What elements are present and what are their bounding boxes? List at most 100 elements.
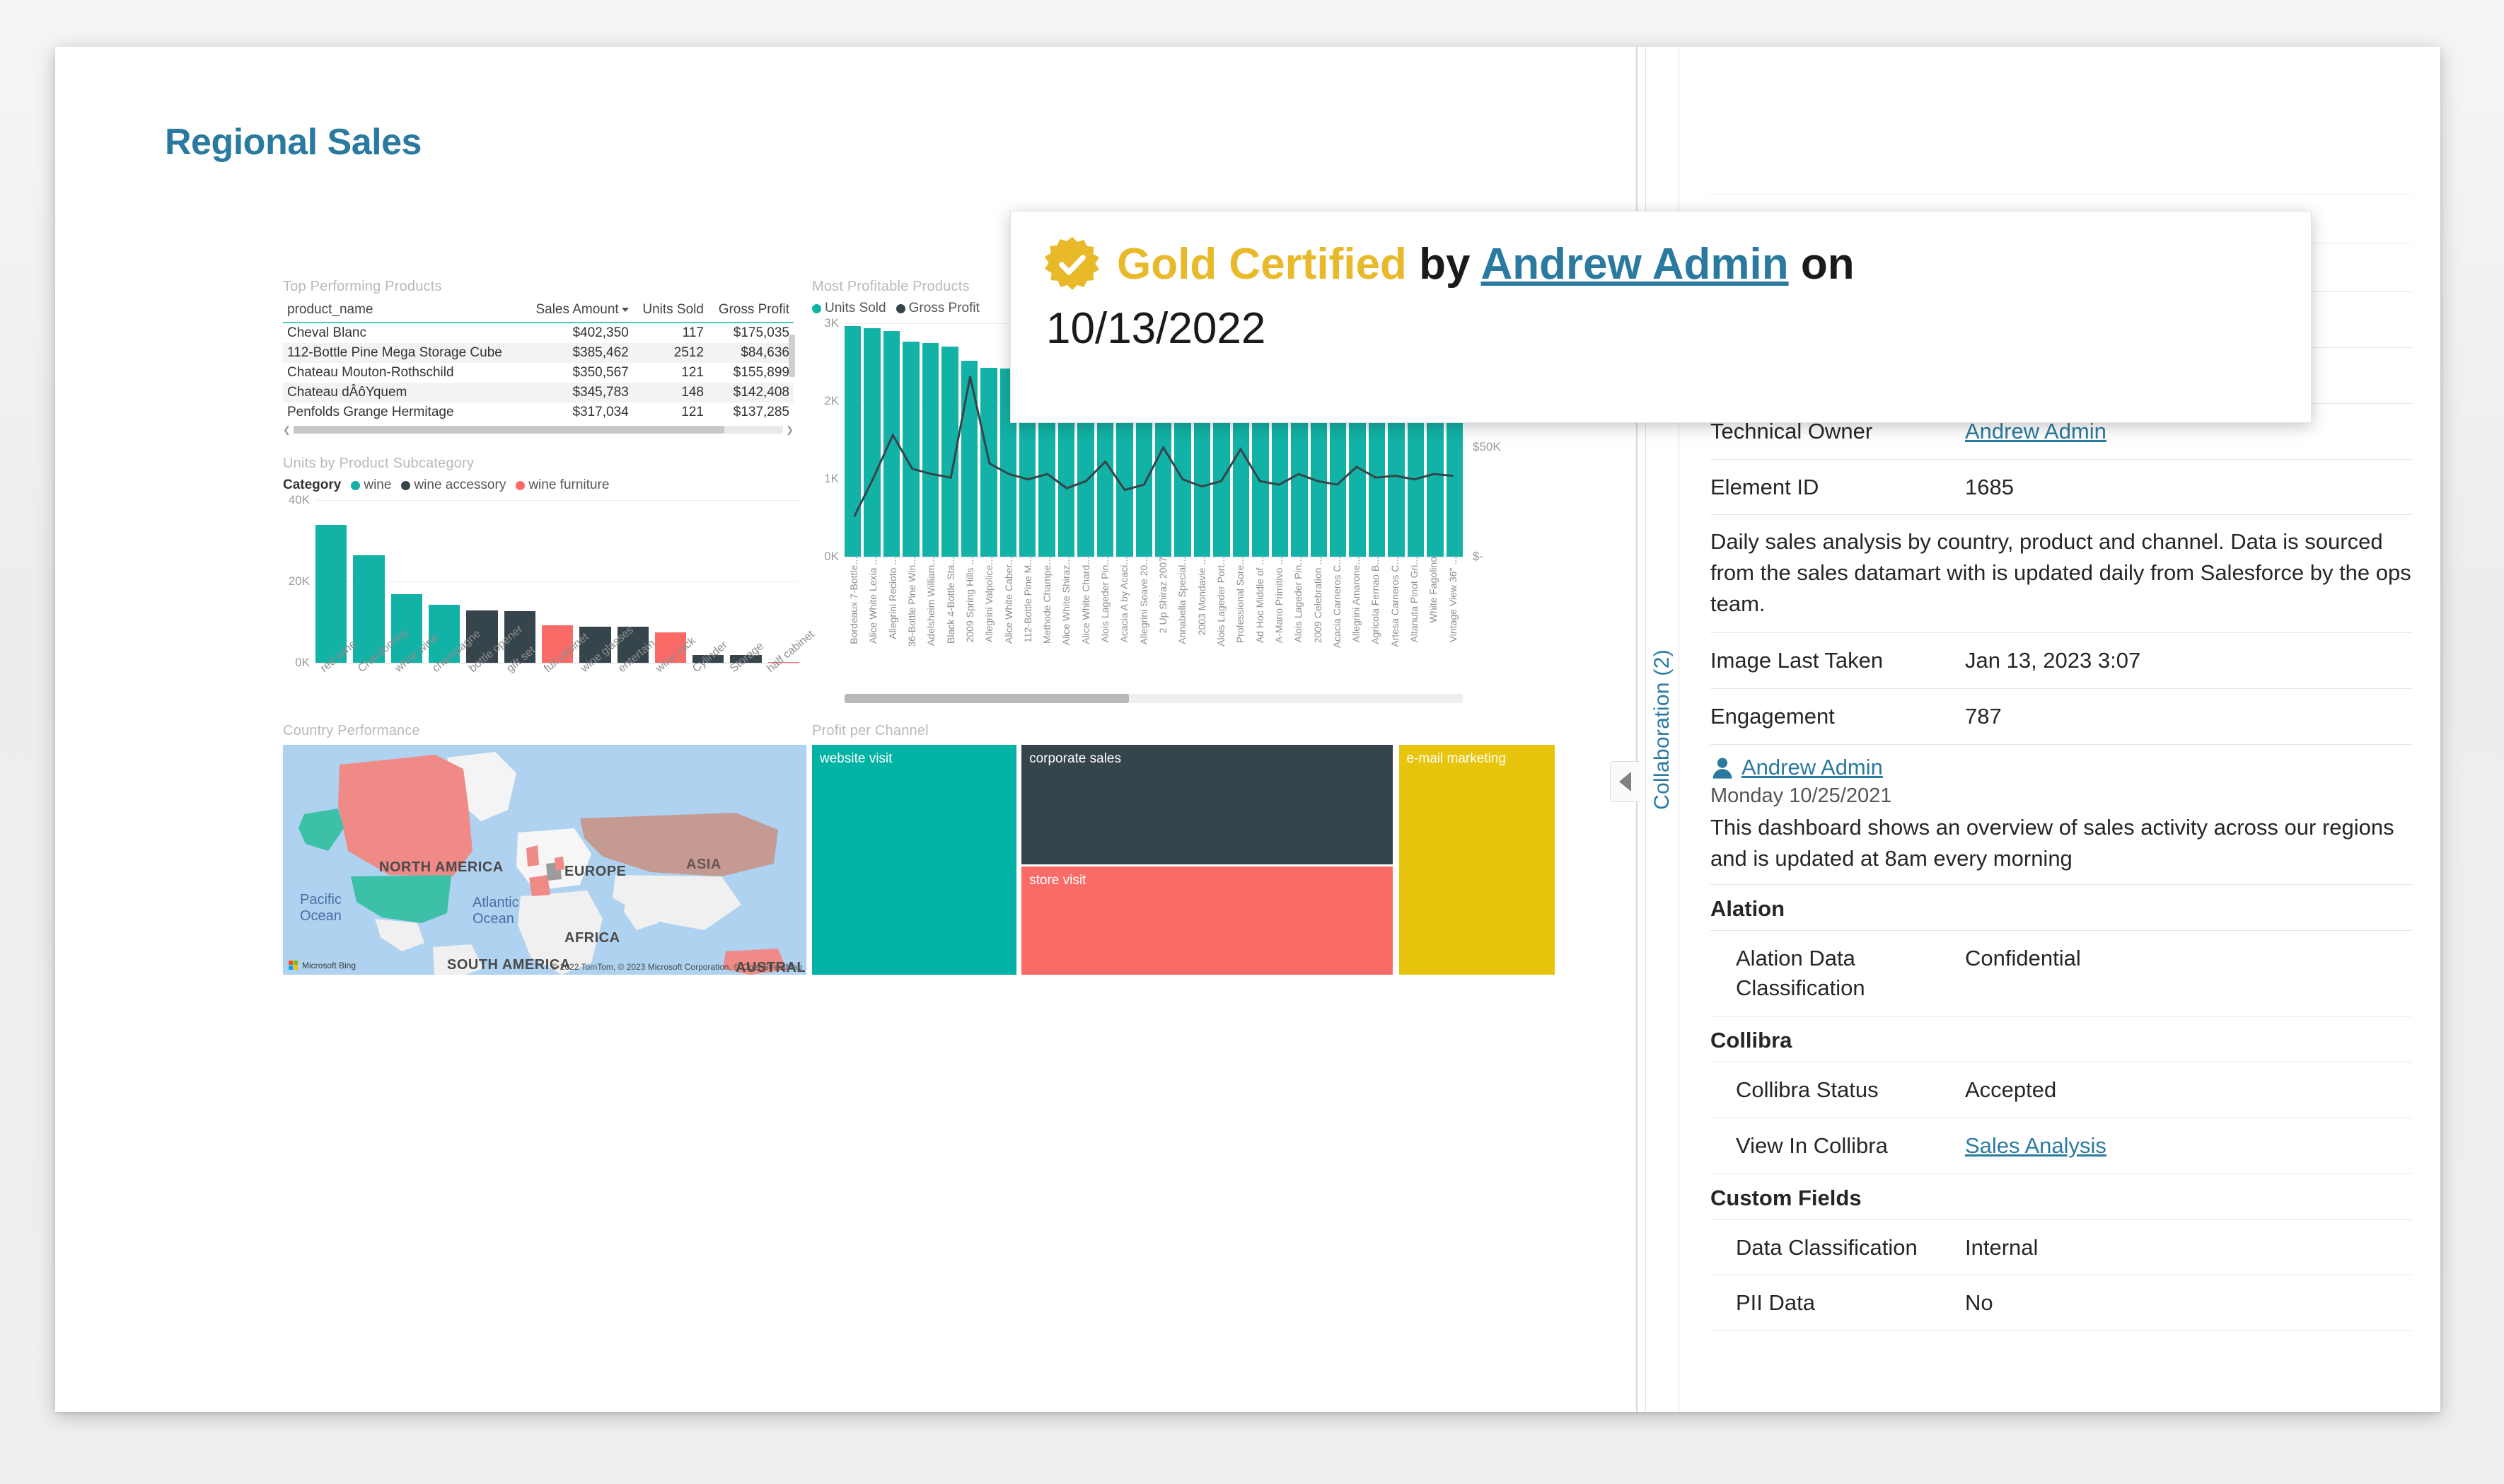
cell-product-name: Cheval Blanc [287, 325, 366, 340]
row-label: View In Collibra [1736, 1132, 1888, 1158]
x-tick-label: White Fagolino [1427, 557, 1439, 623]
legend-swatch-icon [812, 303, 821, 313]
x-tick-label: Alois Lageder Port... [1215, 557, 1227, 647]
y-tick: 2K [824, 393, 839, 407]
bar[interactable] [315, 524, 347, 663]
comment: Andrew Admin Monday 10/25/2021 This dash… [1710, 745, 2412, 886]
col-gross-profit[interactable]: Gross Profit [707, 301, 794, 323]
table-horizontal-scrollbar[interactable]: ❮ ❯ [283, 425, 794, 434]
comment-author-link[interactable]: Andrew Admin [1741, 755, 1883, 780]
row-label: Alation Data Classification [1736, 946, 1865, 1000]
treemap-cell-website-visit[interactable]: website visit [812, 745, 1016, 975]
row-value: Confidential [1965, 946, 2081, 971]
widget-country-performance[interactable]: Country Performance NORTH AMERICA EUROPE… [283, 723, 806, 978]
table-row[interactable]: Penfolds Grange Hermitage $317,034 121 $… [283, 402, 794, 422]
col-sales-amount[interactable]: Sales Amount [523, 301, 633, 323]
x-tick-label: 2003 Mondavie ... [1195, 557, 1207, 636]
x-tick-label: Ad Hoc Middle of ... [1253, 557, 1265, 644]
legend-item-wine-accessory[interactable]: wine accessory [401, 477, 506, 493]
treemap: website visit corporate sales store visi… [812, 745, 1555, 975]
x-tick-label: Allegrini Valpolice... [983, 557, 995, 643]
cell-units-sold: 121 [681, 405, 704, 419]
certification-on-label: on [1800, 240, 1855, 289]
y2-tick: $50K [1473, 439, 1501, 453]
x-tick-label: Alice White Lexia ... [867, 557, 879, 644]
legend-title: Category [283, 477, 342, 492]
y-tick: 40K [288, 493, 310, 506]
bing-logo: Microsoft Bing [289, 961, 356, 970]
table-row[interactable]: Chateau Mouton-Rothschild $350,567 121 $… [283, 363, 794, 383]
col-units-sold[interactable]: Units Sold [632, 301, 708, 323]
row-value: No [1965, 1290, 1993, 1316]
cell-product-name: 112-Bottle Pine Mega Storage Cube [283, 343, 524, 363]
legend-item-gross-profit[interactable]: Gross Profit [895, 301, 980, 316]
chart-horizontal-scrollbar[interactable] [845, 694, 1463, 703]
cell-product-name: Chateau Mouton-Rothschild [287, 365, 454, 380]
map-label-pacific-ocean: Pacific Ocean [300, 892, 342, 924]
cell-sales-amount: $402,350 [572, 325, 629, 340]
view-in-collibra-link[interactable]: Sales Analysis [1965, 1133, 2106, 1158]
collapse-panel-button[interactable] [1610, 761, 1640, 802]
table-body: Cheval Blanc $402,350 117 $175,035 112-B… [283, 323, 794, 422]
x-tick-label: Black 4-Bottle Sta... [944, 557, 956, 644]
treemap-cell-label: website visit [820, 751, 893, 766]
map-label-atlantic-ocean: Atlantic Ocean [473, 895, 519, 927]
x-tick-label: 2 Up Shiraz 2007 [1157, 557, 1169, 634]
dashboard-card: Regional Sales Top Performing Products p… [55, 47, 2440, 1412]
row-label: Element ID [1710, 474, 1819, 499]
row-label: Engagement [1710, 704, 1835, 729]
certifier-link[interactable]: Andrew Admin [1480, 240, 1788, 289]
metadata-row-image-last-taken: Image Last Taken Jan 13, 2023 3:07 [1710, 633, 2412, 690]
x-tick-label: Bordeaux 7-Bottle... [848, 557, 859, 644]
top-products-table[interactable]: product_name Sales Amount Units Sold Gro… [283, 301, 794, 422]
row-value: Jan 13, 2023 3:07 [1965, 648, 2141, 673]
widget-top-performing-products[interactable]: Top Performing Products product_name Sal… [283, 279, 795, 434]
chart-legend: Category wine wine accessory wine furnit… [283, 477, 799, 493]
cell-units-sold: 148 [632, 383, 708, 402]
cell-gross-profit: $137,285 [733, 405, 789, 419]
widget-profit-per-channel[interactable]: Profit per Channel website visit corpora… [812, 723, 1555, 978]
page-title: Regional Sales [165, 122, 422, 163]
treemap-cell-label: corporate sales [1029, 751, 1121, 766]
obscured-row [1710, 146, 2412, 195]
scroll-left-icon[interactable]: ❮ [283, 425, 291, 434]
x-tick-label: 2009 Spring Hills ... [963, 557, 975, 643]
table-header-row: product_name Sales Amount Units Sold Gro… [283, 301, 794, 323]
row-value: Accepted [1965, 1077, 2057, 1102]
widget-title: Units by Product Subcategory [283, 456, 475, 471]
treemap-cell-email-marketing[interactable]: e-mail marketing [1398, 745, 1555, 975]
x-tick-label: Altanuta Pinot Gri... [1408, 557, 1420, 643]
legend-item-units-sold[interactable]: Units Sold [812, 301, 886, 316]
x-tick-label: Alois Lageder Pin... [1292, 557, 1304, 643]
treemap-cell-corporate-sales[interactable]: corporate sales [1021, 745, 1393, 864]
map-attribution: © 2022 TomTom, © 2023 Microsoft Corporat… [551, 962, 802, 972]
world-map[interactable]: NORTH AMERICA EUROPE ASIA AFRICA SOUTH A… [283, 745, 806, 975]
table-row[interactable]: Cheval Blanc $402,350 117 $175,035 [283, 323, 794, 343]
widget-units-by-product-subcategory[interactable]: Units by Product Subcategory Category wi… [283, 456, 817, 689]
treemap-cell-store-visit[interactable]: store visit [1021, 866, 1393, 975]
x-tick-label: Methode Champe... [1041, 557, 1053, 644]
x-tick-label: A-Mano Primitivo ... [1273, 557, 1285, 644]
section-title: Custom Fields [1710, 1185, 1862, 1210]
legend-item-wine-furniture[interactable]: wine furniture [516, 477, 609, 493]
certification-date: 10/13/2022 [1046, 304, 1266, 353]
x-tick-label: Professional Sore... [1234, 557, 1246, 644]
gold-certified-badge-icon [1045, 237, 1099, 290]
cell-units-sold: 121 [681, 365, 704, 380]
scroll-right-icon[interactable]: ❯ [786, 425, 794, 434]
x-tick-label: Alois Lageder Pin... [1099, 557, 1111, 643]
table-vertical-scrollbar[interactable] [789, 320, 795, 405]
gold-certified-tooltip: Gold Certified by Andrew Admin on 10/13/… [1010, 211, 2312, 423]
row-value: Internal [1965, 1234, 2039, 1260]
table-row[interactable]: 112-Bottle Pine Mega Storage Cube $385,4… [283, 343, 794, 363]
map-provider-label: Microsoft Bing [302, 961, 357, 970]
map-label-asia: ASIA [686, 857, 721, 872]
cell-gross-profit: $84,636 [707, 343, 794, 363]
collaboration-tab-label: Collaboration (2) [1650, 649, 1674, 810]
table-row[interactable]: Chateau dÂôYquem $345,783 148 $142,408 [283, 383, 794, 402]
col-product-name[interactable]: product_name [283, 301, 524, 323]
widget-title: Country Performance [283, 723, 420, 738]
collapse-left-arrow-icon [1619, 772, 1631, 792]
legend-item-wine[interactable]: wine [351, 477, 391, 493]
legend-swatch-icon [895, 303, 905, 313]
